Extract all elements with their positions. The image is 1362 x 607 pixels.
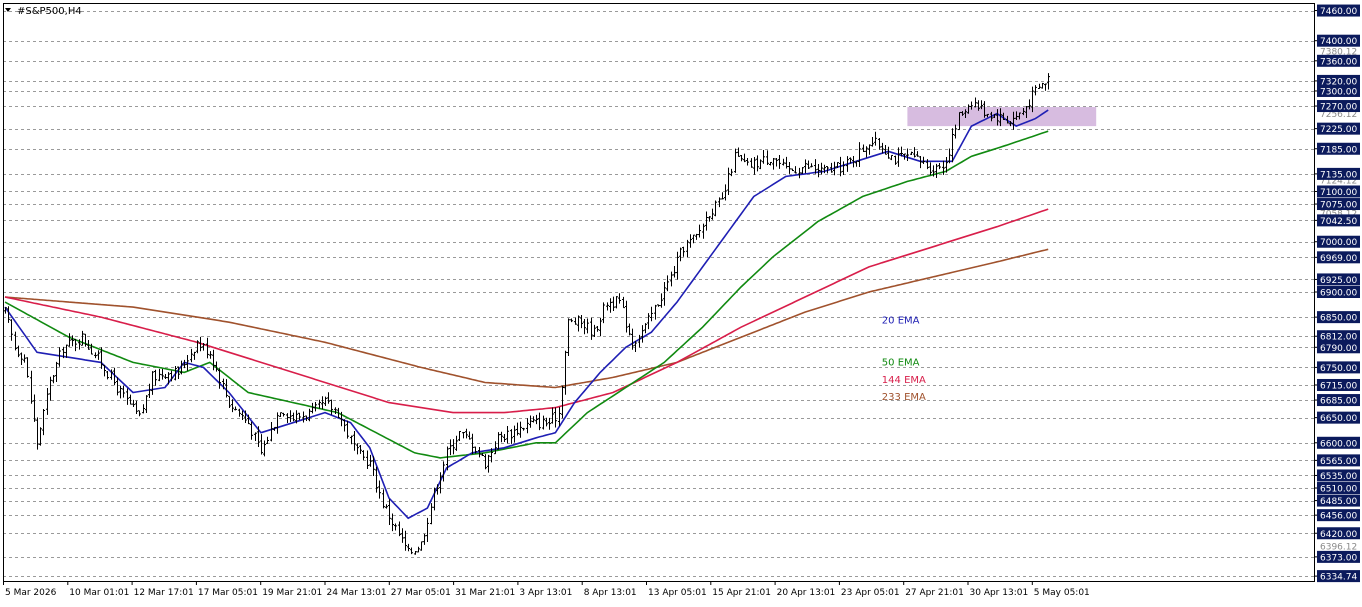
time-tick-label: 17 Mar 05:01 xyxy=(198,588,258,598)
price-tag: 6750.00 xyxy=(1314,361,1360,374)
svg-text:6485.00: 6485.00 xyxy=(1320,497,1357,507)
svg-text:6373.00: 6373.00 xyxy=(1320,553,1357,563)
price-tag: 7225.00 xyxy=(1314,122,1360,135)
price-tag: 6485.00 xyxy=(1314,494,1360,507)
svg-text:6900.00: 6900.00 xyxy=(1320,289,1357,299)
svg-text:6420.00: 6420.00 xyxy=(1320,530,1357,540)
svg-text:6456.00: 6456.00 xyxy=(1320,512,1357,522)
price-tag: 6600.00 xyxy=(1314,436,1360,449)
price-tag: 7000.00 xyxy=(1314,235,1360,248)
price-tag: 6650.00 xyxy=(1314,411,1360,424)
ema-label: 144 EMA xyxy=(882,375,926,386)
svg-text:7225.00: 7225.00 xyxy=(1320,125,1357,135)
time-tick-label: 30 Apr 13:01 xyxy=(970,588,1029,598)
svg-text:6715.00: 6715.00 xyxy=(1320,381,1357,391)
price-tag: 6900.00 xyxy=(1314,286,1360,299)
time-tick-label: 13 Apr 05:01 xyxy=(648,588,707,598)
symbol-label: #S&P500,H4 xyxy=(17,6,82,17)
price-tag: 6373.00 xyxy=(1314,550,1360,563)
ema-label: 20 EMA xyxy=(882,316,920,327)
price-tag: 7400.00 xyxy=(1314,34,1360,47)
svg-text:6969.00: 6969.00 xyxy=(1320,254,1357,264)
svg-text:7270.00: 7270.00 xyxy=(1320,103,1357,113)
svg-text:6925.00: 6925.00 xyxy=(1320,276,1357,286)
price-tag: 7042.50 xyxy=(1314,214,1360,227)
svg-text:6600.00: 6600.00 xyxy=(1320,439,1357,449)
price-tag: 7185.00 xyxy=(1314,142,1360,155)
svg-text:7000.00: 7000.00 xyxy=(1320,238,1357,248)
price-tag: 6535.00 xyxy=(1314,469,1360,482)
price-tag: 6969.00 xyxy=(1314,251,1360,264)
time-tick-label: 27 Apr 21:01 xyxy=(905,588,964,598)
price-tag: 6715.00 xyxy=(1314,378,1360,391)
svg-text:6685.00: 6685.00 xyxy=(1320,397,1357,407)
svg-text:6535.00: 6535.00 xyxy=(1320,472,1357,482)
price-chart[interactable]: 20 EMA 50 EMA 144 EMA 233 EMA 7380.127256.1… xyxy=(0,0,1362,603)
price-tag: 6790.00 xyxy=(1314,341,1360,354)
time-tick-label: 3 Apr 13:01 xyxy=(519,588,572,598)
time-tick-label: 5 May 05:01 xyxy=(1034,588,1090,598)
time-tick-label: 23 Apr 05:01 xyxy=(841,588,900,598)
svg-text:6812.00: 6812.00 xyxy=(1320,333,1357,343)
price-tag: 6510.00 xyxy=(1314,482,1360,495)
svg-text:6565.00: 6565.00 xyxy=(1320,457,1357,467)
svg-text:6790.00: 6790.00 xyxy=(1320,344,1357,354)
price-tag: 6685.00 xyxy=(1314,394,1360,407)
ema-label: 50 EMA xyxy=(882,357,920,368)
faint-price-label: 6396.12 xyxy=(1320,542,1357,552)
time-tick-label: 8 Apr 13:01 xyxy=(584,588,637,598)
time-tick-label: 31 Mar 21:01 xyxy=(455,588,515,598)
svg-text:6850.00: 6850.00 xyxy=(1320,314,1357,324)
time-tick-label: 5 Mar 2026 xyxy=(5,588,57,598)
price-axis[interactable]: 7380.127256.127124.127058.126396.127460.… xyxy=(1314,3,1360,583)
price-tag: 6456.00 xyxy=(1314,509,1360,522)
price-tag: 6850.00 xyxy=(1314,311,1360,324)
svg-text:7360.00: 7360.00 xyxy=(1320,57,1357,67)
svg-text:6510.00: 6510.00 xyxy=(1320,485,1357,495)
svg-text:7300.00: 7300.00 xyxy=(1320,87,1357,97)
time-tick-label: 19 Mar 21:01 xyxy=(262,588,322,598)
price-tag: 7360.00 xyxy=(1314,54,1360,67)
price-tag: 7100.00 xyxy=(1314,185,1360,198)
price-tag: 6565.00 xyxy=(1314,454,1360,467)
price-tag: 6925.00 xyxy=(1314,273,1360,286)
price-tag: 7075.00 xyxy=(1314,198,1360,211)
svg-text:7075.00: 7075.00 xyxy=(1320,201,1357,211)
svg-text:6750.00: 6750.00 xyxy=(1320,364,1357,374)
price-tag: 7460.00 xyxy=(1314,4,1360,17)
price-tag: 7135.00 xyxy=(1314,167,1360,180)
price-tag: 7270.00 xyxy=(1314,100,1360,113)
svg-text:7100.00: 7100.00 xyxy=(1320,188,1357,198)
time-tick-label: 24 Mar 13:01 xyxy=(327,588,387,598)
time-tick-label: 27 Mar 05:01 xyxy=(391,588,451,598)
time-tick-label: 15 Apr 21:01 xyxy=(712,588,771,598)
time-tick-label: 20 Apr 13:01 xyxy=(777,588,836,598)
price-tag: 7300.00 xyxy=(1314,84,1360,97)
price-tag: 6420.00 xyxy=(1314,527,1360,540)
svg-text:6334.74: 6334.74 xyxy=(1320,573,1357,583)
chart-header: #S&P500,H4 xyxy=(5,6,82,17)
svg-text:7042.50: 7042.50 xyxy=(1320,217,1357,227)
time-tick-label: 12 Mar 17:01 xyxy=(134,588,194,598)
ema-label: 233 EMA xyxy=(882,392,926,403)
svg-text:6650.00: 6650.00 xyxy=(1320,414,1357,424)
chart-background xyxy=(0,0,1362,603)
price-tag: 6334.74 xyxy=(1314,570,1360,583)
svg-text:7460.00: 7460.00 xyxy=(1320,7,1357,17)
svg-text:7185.00: 7185.00 xyxy=(1320,145,1357,155)
svg-text:7135.00: 7135.00 xyxy=(1320,170,1357,180)
price-tag: 6812.00 xyxy=(1314,330,1360,343)
svg-text:7400.00: 7400.00 xyxy=(1320,37,1357,47)
time-tick-label: 10 Mar 01:01 xyxy=(69,588,129,598)
chart-window[interactable]: 20 EMA 50 EMA 144 EMA 233 EMA 7380.12 7256.1… xyxy=(0,0,1362,603)
